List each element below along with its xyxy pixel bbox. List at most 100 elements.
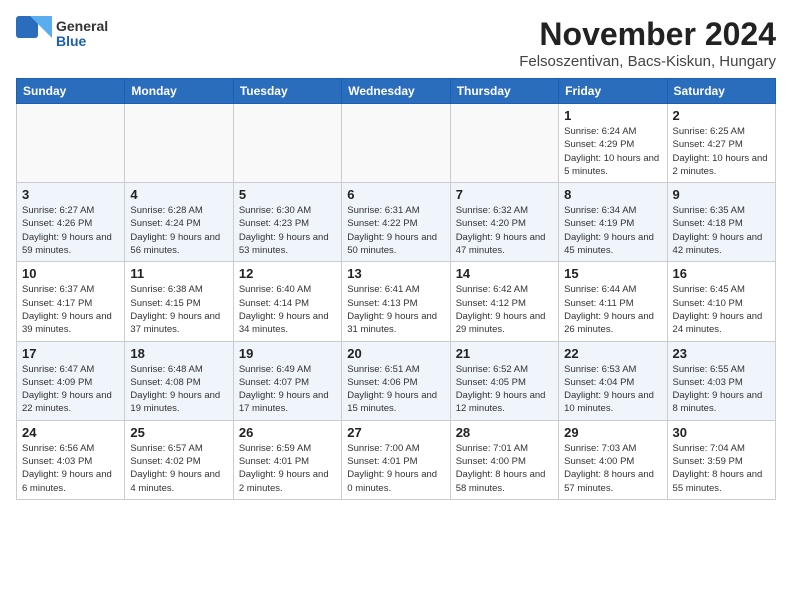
day-cell: 9 Sunrise: 6:35 AM Sunset: 4:18 PM Daylig… — [667, 183, 775, 262]
day-info: Sunrise: 6:57 AM Sunset: 4:02 PM Dayligh… — [130, 442, 227, 495]
day-cell: 7Sunrise: 6:32 AM Sunset: 4:20 PM Daylig… — [450, 183, 558, 262]
day-cell: 23Sunrise: 6:55 AM Sunset: 4:03 PM Dayli… — [667, 341, 775, 420]
day-cell: 1 Sunrise: 6:24 AM Sunset: 4:29 PM Daylig… — [559, 104, 667, 183]
day-info: Sunrise: 6:51 AM Sunset: 4:06 PM Dayligh… — [347, 363, 444, 416]
day-cell: 21 Sunrise: 6:52 AM Sunset: 4:05 PM Dayli… — [450, 341, 558, 420]
day-info: Sunrise: 6:47 AM Sunset: 4:09 PM Dayligh… — [22, 363, 119, 416]
day-info: Sunrise: 6:44 AM Sunset: 4:11 PM Dayligh… — [564, 283, 661, 336]
day-cell: 18Sunrise: 6:48 AM Sunset: 4:08 PM Dayli… — [125, 341, 233, 420]
weekday-header-row: SundayMondayTuesdayWednesdayThursdayFrid… — [17, 79, 776, 104]
day-info: Sunrise: 6:56 AM Sunset: 4:03 PM Dayligh… — [22, 442, 119, 495]
calendar-body: 1 Sunrise: 6:24 AM Sunset: 4:29 PM Daylig… — [17, 104, 776, 500]
day-cell: 6 Sunrise: 6:31 AM Sunset: 4:22 PM Daylig… — [342, 183, 450, 262]
day-info: Sunrise: 6:38 AM Sunset: 4:15 PM Dayligh… — [130, 283, 227, 336]
day-info: Sunrise: 6:40 AM Sunset: 4:14 PM Dayligh… — [239, 283, 336, 336]
day-cell — [17, 104, 125, 183]
day-info: Sunrise: 6:32 AM Sunset: 4:20 PM Dayligh… — [456, 204, 553, 257]
day-info: Sunrise: 6:31 AM Sunset: 4:22 PM Dayligh… — [347, 204, 444, 257]
day-cell — [233, 104, 341, 183]
title-block: November 2024 Felsoszentivan, Bacs-Kisku… — [519, 16, 776, 70]
day-number: 30 — [673, 425, 770, 440]
day-number: 11 — [130, 266, 227, 281]
day-number: 14 — [456, 266, 553, 281]
weekday-monday: Monday — [125, 79, 233, 104]
day-number: 16 — [673, 266, 770, 281]
weekday-wednesday: Wednesday — [342, 79, 450, 104]
day-cell: 22 Sunrise: 6:53 AM Sunset: 4:04 PM Dayli… — [559, 341, 667, 420]
day-number: 2 — [673, 108, 770, 123]
day-info: Sunrise: 6:52 AM Sunset: 4:05 PM Dayligh… — [456, 363, 553, 416]
day-number: 3 — [22, 187, 119, 202]
day-info: Sunrise: 6:59 AM Sunset: 4:01 PM Dayligh… — [239, 442, 336, 495]
day-cell: 14 Sunrise: 6:42 AM Sunset: 4:12 PM Dayli… — [450, 262, 558, 341]
day-cell: 27Sunrise: 7:00 AM Sunset: 4:01 PM Dayli… — [342, 420, 450, 499]
day-number: 20 — [347, 346, 444, 361]
day-number: 12 — [239, 266, 336, 281]
weekday-saturday: Saturday — [667, 79, 775, 104]
day-number: 29 — [564, 425, 661, 440]
day-info: Sunrise: 6:42 AM Sunset: 4:12 PM Dayligh… — [456, 283, 553, 336]
day-cell: 8 Sunrise: 6:34 AM Sunset: 4:19 PM Daylig… — [559, 183, 667, 262]
day-info: Sunrise: 7:00 AM Sunset: 4:01 PM Dayligh… — [347, 442, 444, 495]
week-row-1: 1 Sunrise: 6:24 AM Sunset: 4:29 PM Daylig… — [17, 104, 776, 183]
page-header: General Blue November 2024 Felsoszentiva… — [16, 16, 776, 70]
day-info: Sunrise: 6:53 AM Sunset: 4:04 PM Dayligh… — [564, 363, 661, 416]
weekday-thursday: Thursday — [450, 79, 558, 104]
day-cell: 25 Sunrise: 6:57 AM Sunset: 4:02 PM Dayli… — [125, 420, 233, 499]
month-title: November 2024 — [519, 16, 776, 53]
day-cell — [450, 104, 558, 183]
day-info: Sunrise: 6:35 AM Sunset: 4:18 PM Dayligh… — [673, 204, 770, 257]
day-number: 8 — [564, 187, 661, 202]
day-cell — [125, 104, 233, 183]
day-number: 25 — [130, 425, 227, 440]
day-info: Sunrise: 6:24 AM Sunset: 4:29 PM Dayligh… — [564, 125, 661, 178]
day-info: Sunrise: 7:04 AM Sunset: 3:59 PM Dayligh… — [673, 442, 770, 495]
day-info: Sunrise: 7:03 AM Sunset: 4:00 PM Dayligh… — [564, 442, 661, 495]
day-info: Sunrise: 6:41 AM Sunset: 4:13 PM Dayligh… — [347, 283, 444, 336]
day-info: Sunrise: 6:48 AM Sunset: 4:08 PM Dayligh… — [130, 363, 227, 416]
day-number: 5 — [239, 187, 336, 202]
day-number: 17 — [22, 346, 119, 361]
day-number: 6 — [347, 187, 444, 202]
day-info: Sunrise: 6:49 AM Sunset: 4:07 PM Dayligh… — [239, 363, 336, 416]
day-number: 9 — [673, 187, 770, 202]
location: Felsoszentivan, Bacs-Kiskun, Hungary — [519, 53, 776, 70]
day-number: 13 — [347, 266, 444, 281]
logo: General Blue — [16, 16, 108, 52]
day-info: Sunrise: 6:34 AM Sunset: 4:19 PM Dayligh… — [564, 204, 661, 257]
day-cell: 30 Sunrise: 7:04 AM Sunset: 3:59 PM Dayli… — [667, 420, 775, 499]
day-number: 24 — [22, 425, 119, 440]
day-info: Sunrise: 6:45 AM Sunset: 4:10 PM Dayligh… — [673, 283, 770, 336]
day-cell: 12 Sunrise: 6:40 AM Sunset: 4:14 PM Dayli… — [233, 262, 341, 341]
day-cell: 3 Sunrise: 6:27 AM Sunset: 4:26 PM Daylig… — [17, 183, 125, 262]
day-cell: 17 Sunrise: 6:47 AM Sunset: 4:09 PM Dayli… — [17, 341, 125, 420]
day-number: 28 — [456, 425, 553, 440]
day-number: 10 — [22, 266, 119, 281]
week-row-2: 3 Sunrise: 6:27 AM Sunset: 4:26 PM Daylig… — [17, 183, 776, 262]
day-info: Sunrise: 7:01 AM Sunset: 4:00 PM Dayligh… — [456, 442, 553, 495]
day-number: 21 — [456, 346, 553, 361]
day-number: 15 — [564, 266, 661, 281]
weekday-sunday: Sunday — [17, 79, 125, 104]
day-cell: 4Sunrise: 6:28 AM Sunset: 4:24 PM Daylig… — [125, 183, 233, 262]
day-cell: 29 Sunrise: 7:03 AM Sunset: 4:00 PM Dayli… — [559, 420, 667, 499]
day-info: Sunrise: 6:25 AM Sunset: 4:27 PM Dayligh… — [673, 125, 770, 178]
day-cell: 10 Sunrise: 6:37 AM Sunset: 4:17 PM Dayli… — [17, 262, 125, 341]
day-cell: 15 Sunrise: 6:44 AM Sunset: 4:11 PM Dayli… — [559, 262, 667, 341]
day-info: Sunrise: 6:27 AM Sunset: 4:26 PM Dayligh… — [22, 204, 119, 257]
day-number: 4 — [130, 187, 227, 202]
day-cell: 16 Sunrise: 6:45 AM Sunset: 4:10 PM Dayli… — [667, 262, 775, 341]
week-row-3: 10 Sunrise: 6:37 AM Sunset: 4:17 PM Dayli… — [17, 262, 776, 341]
day-cell: 20 Sunrise: 6:51 AM Sunset: 4:06 PM Dayli… — [342, 341, 450, 420]
day-number: 1 — [564, 108, 661, 123]
day-number: 19 — [239, 346, 336, 361]
day-cell: 19 Sunrise: 6:49 AM Sunset: 4:07 PM Dayli… — [233, 341, 341, 420]
day-cell: 11 Sunrise: 6:38 AM Sunset: 4:15 PM Dayli… — [125, 262, 233, 341]
day-info: Sunrise: 6:37 AM Sunset: 4:17 PM Dayligh… — [22, 283, 119, 336]
day-number: 23 — [673, 346, 770, 361]
day-number: 22 — [564, 346, 661, 361]
week-row-4: 17 Sunrise: 6:47 AM Sunset: 4:09 PM Dayli… — [17, 341, 776, 420]
day-cell: 24 Sunrise: 6:56 AM Sunset: 4:03 PM Dayli… — [17, 420, 125, 499]
weekday-tuesday: Tuesday — [233, 79, 341, 104]
weekday-friday: Friday — [559, 79, 667, 104]
